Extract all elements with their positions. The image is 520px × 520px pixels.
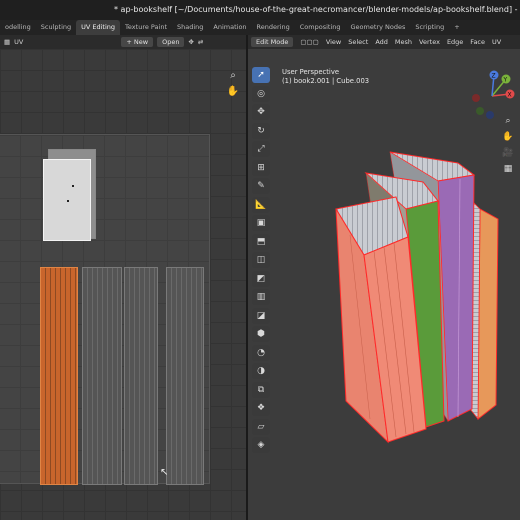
workspace-tab[interactable]: Animation	[208, 20, 251, 35]
uv-island-pages-3[interactable]	[124, 267, 158, 485]
workspace-tab[interactable]: Texture Paint	[120, 20, 172, 35]
viewport-menu-face[interactable]: Face	[470, 38, 485, 46]
window-title-bar: * ap-bookshelf [~/Documents/house-of-the…	[0, 0, 520, 20]
uv-editor-area[interactable]: ⌕ ✋ ↖	[0, 49, 246, 520]
uv-island-selected-pages[interactable]	[40, 267, 78, 485]
open-image-button[interactable]: Open	[157, 37, 185, 47]
viewport-menu-select[interactable]: Select	[348, 38, 368, 46]
select-mode-icons[interactable]: ▢▢▢	[300, 38, 318, 46]
uv-editor-header: ▦ UV + New Open ✥ ⇄	[0, 35, 246, 49]
new-image-button[interactable]: + New	[121, 37, 154, 47]
mouse-cursor-icon: ↖	[160, 467, 169, 478]
uv-island-pages-4[interactable]	[166, 267, 204, 485]
workspace-tab[interactable]: odelling	[0, 20, 36, 35]
viewport-menu-add[interactable]: Add	[375, 38, 388, 46]
workspace-tab[interactable]: Compositing	[295, 20, 346, 35]
window-title: * ap-bookshelf [~/Documents/house-of-the…	[114, 5, 520, 14]
uv-editor-type-icon[interactable]: ▦	[4, 38, 10, 46]
uv-menu[interactable]: UV	[14, 38, 23, 46]
3d-viewport[interactable]: User Perspective (1) book2.001 | Cube.00…	[248, 49, 520, 520]
workspace-tab[interactable]: Geometry Nodes	[346, 20, 411, 35]
viewport-menu-vertex[interactable]: Vertex	[419, 38, 440, 46]
mode-selector[interactable]: Edit Mode	[251, 37, 294, 47]
workspace-tabs: odelling Sculpting UV Editing Texture Paint…	[0, 20, 520, 35]
bookshelf-mesh[interactable]	[248, 49, 520, 520]
zoom-icon[interactable]: ⌕	[226, 69, 240, 83]
workspace-tab[interactable]: UV Editing	[76, 20, 121, 35]
viewport-header: Edit Mode ▢▢▢ View Select Add Mesh Vertex Edg…	[248, 35, 520, 49]
viewport-menu-mesh[interactable]: Mesh	[395, 38, 412, 46]
workspace-tab[interactable]: Sculpting	[36, 20, 76, 35]
hand-icon[interactable]: ✋	[226, 85, 240, 99]
uv-island-cover-front[interactable]	[43, 159, 91, 241]
uv-island-pages-2[interactable]	[82, 267, 122, 485]
sync-icon[interactable]: ⇄	[198, 38, 203, 46]
workspace-tab[interactable]: +	[449, 20, 464, 35]
workspace-tab[interactable]: Scripting	[410, 20, 449, 35]
pin-icon[interactable]: ✥	[188, 38, 193, 46]
viewport-menu-edge[interactable]: Edge	[447, 38, 463, 46]
viewport-menu-uv[interactable]: UV	[492, 38, 501, 46]
workspace-tab[interactable]: Rendering	[252, 20, 295, 35]
viewport-menu-view[interactable]: View	[326, 38, 341, 46]
workspace-tab[interactable]: Shading	[172, 20, 208, 35]
book-orange[interactable]	[469, 200, 499, 421]
